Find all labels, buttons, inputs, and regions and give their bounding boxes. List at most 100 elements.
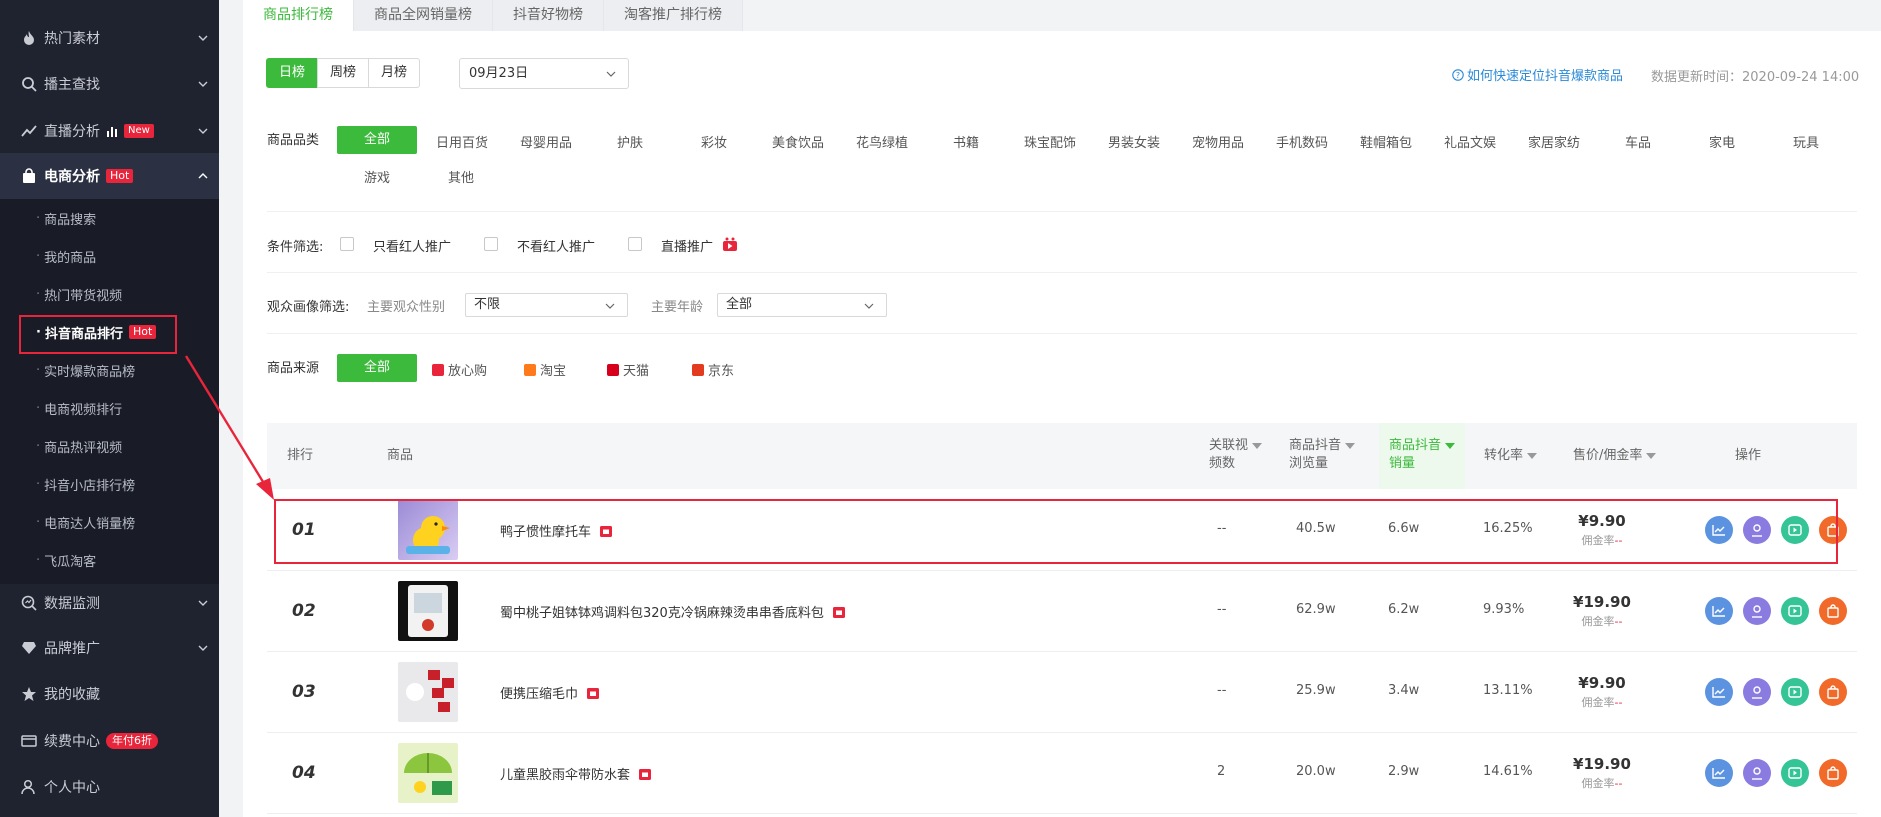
source-all-button[interactable]: 全部 — [337, 354, 417, 382]
tab-taoke-rank[interactable]: 淘客推广排行榜 — [604, 0, 743, 31]
category-item[interactable]: 车品 — [1603, 132, 1673, 151]
product-thumbnail[interactable] — [398, 581, 458, 641]
store-icon[interactable] — [1819, 759, 1847, 787]
sidebar-item-label: 续费中心 — [44, 734, 100, 750]
sidebar-item-brand-promotion[interactable]: 品牌推广 — [0, 625, 219, 671]
condition-option[interactable]: 直播推广 — [661, 236, 713, 255]
monitor-search-icon — [20, 594, 38, 612]
condition-option[interactable]: 不看红人推广 — [517, 236, 595, 255]
tmall-icon — [607, 363, 619, 376]
row-rank: 03 — [292, 682, 316, 702]
sidebar-subitem-my-products[interactable]: · 我的商品 — [0, 237, 219, 275]
header-views[interactable]: 商品抖音 浏览量 — [1289, 437, 1356, 473]
monthly-button[interactable]: 月榜 — [368, 58, 421, 88]
svg-text:?: ? — [1456, 71, 1460, 80]
category-all-button[interactable]: 全部 — [337, 126, 417, 154]
gender-select[interactable]: 不限 — [465, 293, 628, 317]
sidebar-subitem-feigua-taoke[interactable]: · 飞瓜淘客 — [0, 541, 219, 579]
exclude-influencer-checkbox[interactable] — [484, 237, 498, 251]
product-name[interactable]: 儿童黑胶雨伞带防水套 — [500, 764, 652, 783]
header-videos[interactable]: 关联视 频数 — [1209, 437, 1263, 473]
category-item[interactable]: 游戏 — [342, 167, 412, 186]
date-value: 09月23日 — [469, 66, 529, 81]
influencer-only-checkbox[interactable] — [340, 237, 354, 251]
category-item[interactable]: 家居家纺 — [1519, 132, 1589, 151]
table-row[interactable]: 02 蜀中桃子姐钵钵鸡调料包320克冷锅麻辣烫串串香底料包 -- 62.9w 6… — [267, 571, 1857, 652]
age-select[interactable]: 全部 — [717, 293, 887, 317]
category-item[interactable]: 礼品文娱 — [1435, 132, 1505, 151]
category-item[interactable]: 日用百货 — [427, 132, 497, 151]
conversion-rate: 9.93% — [1483, 602, 1525, 617]
sidebar-item-favorites[interactable]: 我的收藏 — [0, 671, 219, 717]
sidebar-item-live-analysis[interactable]: 直播分析 New — [0, 108, 219, 154]
product-name[interactable]: 蜀中桃子姐钵钵鸡调料包320克冷锅麻辣烫串串香底料包 — [500, 602, 846, 621]
live-promotion-checkbox[interactable] — [628, 237, 642, 251]
sidebar-item-streamer-search[interactable]: 播主查找 — [0, 61, 219, 107]
source-taobao[interactable]: 淘宝 — [524, 360, 566, 379]
help-link[interactable]: ? 如何快速定位抖音爆款商品 — [1452, 65, 1623, 84]
sidebar-subitem-influencer-sales[interactable]: · 电商达人销量榜 — [0, 503, 219, 541]
sidebar-item-label: 个人中心 — [44, 780, 100, 796]
user-profile-icon[interactable] — [1743, 597, 1771, 625]
related-videos: 2 — [1217, 764, 1226, 779]
source-fangxingou[interactable]: 放心购 — [432, 360, 487, 379]
header-conversion[interactable]: 转化率 — [1484, 447, 1538, 465]
tab-product-rank[interactable]: 商品排行榜 — [243, 0, 354, 31]
category-item[interactable]: 美食饮品 — [763, 132, 833, 151]
category-item[interactable]: 花鸟绿植 — [847, 132, 917, 151]
trend-chart-icon[interactable] — [1705, 759, 1733, 787]
category-item[interactable]: 家电 — [1687, 132, 1757, 151]
main-content: 商品排行榜 商品全网销量榜 抖音好物榜 淘客推广排行榜 日榜 周榜 月榜 09月… — [243, 0, 1881, 817]
header-price[interactable]: 售价/佣金率 — [1573, 447, 1657, 465]
category-item[interactable]: 男装女装 — [1099, 132, 1169, 151]
product-thumbnail[interactable] — [398, 743, 458, 803]
trend-chart-icon[interactable] — [1705, 678, 1733, 706]
user-icon — [20, 778, 38, 796]
category-item[interactable]: 书籍 — [931, 132, 1001, 151]
video-play-icon[interactable] — [1781, 678, 1809, 706]
sidebar-subitem-product-search[interactable]: · 商品搜索 — [0, 199, 219, 237]
video-play-icon[interactable] — [1781, 759, 1809, 787]
row-actions — [1705, 759, 1857, 787]
date-select[interactable]: 09月23日 — [459, 58, 629, 89]
source-jd[interactable]: 京东 — [692, 360, 734, 379]
weekly-button[interactable]: 周榜 — [317, 58, 370, 88]
category-item[interactable]: 彩妆 — [679, 132, 749, 151]
sidebar-subitem-hot-videos[interactable]: · 热门带货视频 — [0, 275, 219, 313]
product-name[interactable]: 便携压缩毛巾 — [500, 683, 600, 702]
sidebar-item-renewal[interactable]: 续费中心 年付6折 — [0, 718, 219, 764]
category-item[interactable]: 母婴用品 — [511, 132, 581, 151]
help-link-text: 如何快速定位抖音爆款商品 — [1467, 69, 1624, 84]
user-profile-icon[interactable] — [1743, 759, 1771, 787]
condition-option[interactable]: 只看红人推广 — [373, 236, 451, 255]
category-item[interactable]: 鞋帽箱包 — [1351, 132, 1421, 151]
sort-caret-icon — [1445, 442, 1456, 449]
sidebar-item-data-monitor[interactable]: 数据监测 — [0, 580, 219, 626]
header-sales[interactable]: 商品抖音 销量 — [1389, 437, 1456, 473]
daily-button[interactable]: 日榜 — [266, 58, 319, 88]
category-item[interactable]: 手机数码 — [1267, 132, 1337, 151]
table-row[interactable]: 03 便携压缩毛巾 -- 25.9w 3.4w 13.11% ¥9.90 佣金率… — [267, 652, 1857, 733]
tab-network-sales-rank[interactable]: 商品全网销量榜 — [354, 0, 493, 31]
header-product: 商品 — [387, 448, 414, 463]
table-row[interactable]: 04 儿童黑胶雨伞带防水套 2 20.0w 2.9w 14.61% ¥19.90… — [267, 733, 1857, 814]
sidebar-item-hot-materials[interactable]: 热门素材 — [0, 15, 219, 61]
shop-icon — [639, 768, 652, 780]
sidebar-item-ecommerce-analysis[interactable]: 电商分析 Hot — [0, 153, 219, 199]
source-tmall[interactable]: 天猫 — [607, 360, 649, 379]
product-thumbnail[interactable] — [398, 662, 458, 722]
row-highlight-box — [274, 499, 1838, 564]
category-item[interactable]: 珠宝配饰 — [1015, 132, 1085, 151]
store-icon[interactable] — [1819, 678, 1847, 706]
category-item[interactable]: 宠物用品 — [1183, 132, 1253, 151]
user-profile-icon[interactable] — [1743, 678, 1771, 706]
store-icon[interactable] — [1819, 597, 1847, 625]
tab-good-products-rank[interactable]: 抖音好物榜 — [493, 0, 604, 31]
sidebar-item-profile[interactable]: 个人中心 — [0, 764, 219, 810]
trend-chart-icon[interactable] — [1705, 597, 1733, 625]
price-cell: ¥9.90 佣金率-- — [1557, 674, 1647, 710]
category-item[interactable]: 其他 — [426, 167, 496, 186]
category-item[interactable]: 护肤 — [595, 132, 665, 151]
category-item[interactable]: 玩具 — [1771, 132, 1841, 151]
video-play-icon[interactable] — [1781, 597, 1809, 625]
